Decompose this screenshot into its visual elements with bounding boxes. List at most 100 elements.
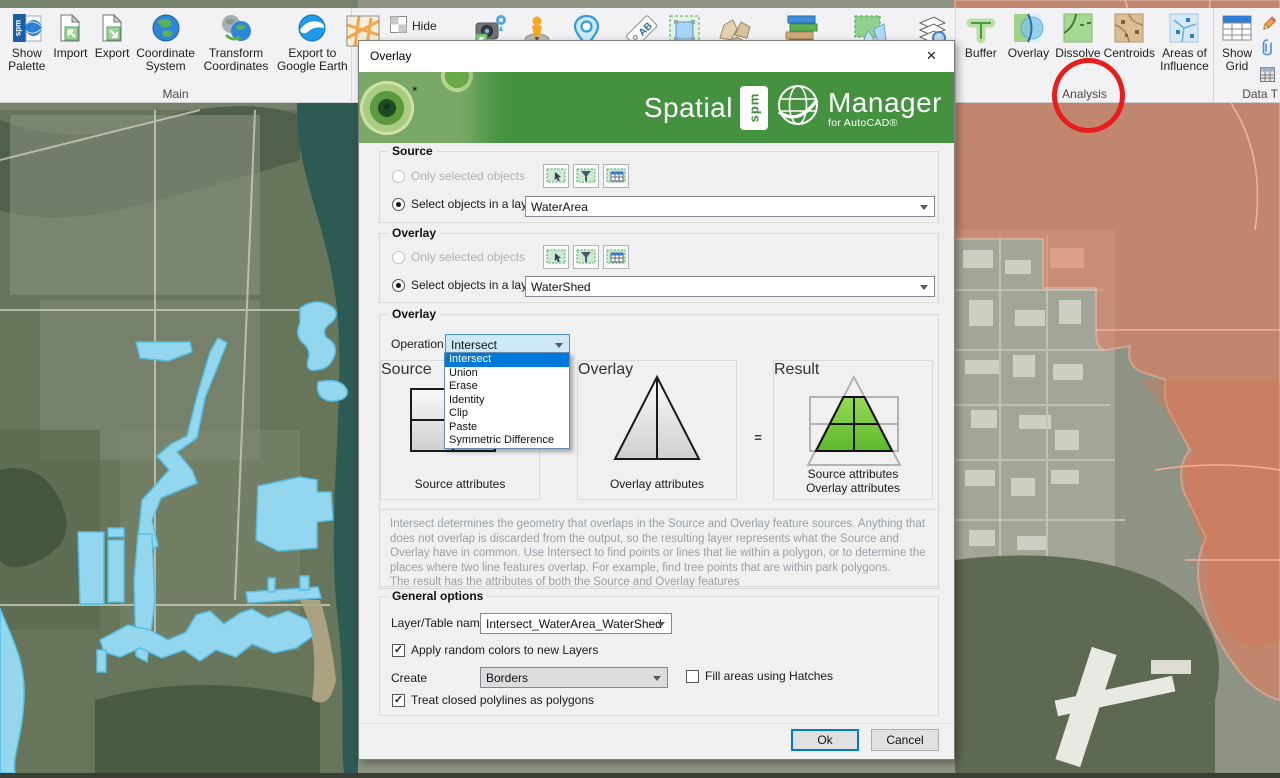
export-icon [97,12,127,44]
centroids-button[interactable]: Centroids [1103,8,1156,73]
globe-icon [151,12,181,44]
chevron-down-icon [653,676,661,681]
data-tables-group-label: Data T [1214,87,1280,101]
spm-palette-icon: spm [12,12,42,44]
centroids-label: Centroids [1104,47,1155,60]
show-palette-label: Show Palette [4,47,50,73]
layer-table-name-label: Layer/Table name [391,616,486,630]
dropdown-item-symmetric-difference[interactable]: Symmetric Difference [445,434,569,448]
chevron-down-icon [920,205,928,210]
spatial-manager-logo: Spatial spm Manager for AutoCAD® [644,72,942,143]
hide-checkbox[interactable]: Hide [390,16,437,36]
field-calculator-button[interactable] [1260,64,1278,84]
ok-button[interactable]: Ok [791,729,859,751]
overlay-table-button[interactable] [603,245,629,269]
overlay-select-layer-radio[interactable]: Select objects in a layer [392,278,538,292]
dialog-titlebar: Overlay ✕ [359,41,954,72]
show-grid-label: Show Grid [1216,47,1258,73]
apply-random-colors-checkbox[interactable]: ✓ Apply random colors to new Layers [392,643,598,657]
spm-badge: spm [740,86,768,130]
source-layer-combobox[interactable]: WaterArea [525,196,935,217]
result-caption: Source attributes Overlay attributes [774,467,932,495]
transform-coordinates-button[interactable]: Transform Coordinates [198,8,273,73]
logo-tagline: for AutoCAD® [828,117,942,129]
operation-group-label: Overlay [388,307,440,321]
dropdown-item-identity[interactable]: Identity [445,394,569,408]
overlay-layer-combobox[interactable]: WaterShed [525,276,935,297]
source-filter-button[interactable] [573,164,599,188]
overlay-filter-button[interactable] [573,245,599,269]
general-options-groupbox: General options Layer/Table name Interse… [379,596,939,716]
logo-globe-icon [775,82,821,133]
source-select-objects-button[interactable] [543,164,569,188]
source-select-layer-radio[interactable]: Select objects in a layer [392,197,538,211]
buffer-button[interactable]: Buffer [958,8,1004,73]
result-box: Result Source attributes Overlay attribu… [773,360,933,500]
export-label: Export [95,47,130,60]
treat-polylines-checkbox[interactable]: ✓ Treat closed polylines as polygons [392,693,594,707]
overlay-label: Overlay [1008,47,1049,60]
overlay-only-selected-radio[interactable]: Only selected objects [392,250,525,264]
operation-label: Operation [391,337,444,351]
overlay-button[interactable]: Overlay [1004,8,1053,73]
export-button[interactable]: Export [91,8,133,73]
buffer-icon [965,12,997,44]
map-canvas-left[interactable] [0,0,358,773]
dialog-title: Overlay [370,49,411,63]
radio-icon [392,279,405,292]
banner-star-small-icon: ✶ [411,84,419,95]
hide-label: Hide [412,19,437,33]
transform-coordinates-icon [220,12,252,44]
dropdown-item-erase[interactable]: Erase [445,380,569,394]
import-icon [55,12,85,44]
chevron-down-icon [555,343,563,348]
areas-of-influence-button[interactable]: Areas of Influence [1156,8,1213,73]
source-only-selected-radio[interactable]: Only selected objects [392,169,525,183]
edit-data-button[interactable] [1260,14,1278,34]
source-caption: Source attributes [381,477,539,491]
ribbon-group-data-tables: Show Grid Data T [1214,8,1280,103]
layer-table-name-combobox[interactable]: Intersect_WaterArea_WaterShed [480,613,672,634]
overlay-layer-groupbox: Overlay Only selected objects Select obj… [379,233,939,303]
source-table-button[interactable] [603,164,629,188]
overlay-icon [1012,12,1044,44]
overlay-select-objects-button[interactable] [543,245,569,269]
centroids-icon [1113,12,1145,44]
show-palette-button[interactable]: spm Show Palette [4,8,50,73]
dropdown-item-paste[interactable]: Paste [445,421,569,435]
show-grid-icon [1222,12,1252,44]
cancel-button[interactable]: Cancel [871,729,939,751]
chevron-down-icon [920,285,928,290]
transform-coordinates-label: Transform Coordinates [198,47,273,73]
operation-dropdown-list: Intersect Union Erase Identity Clip Past… [444,352,570,449]
fill-hatches-checkbox[interactable]: Fill areas using Hatches [686,669,833,683]
create-combobox[interactable]: Borders [480,667,668,688]
dropdown-item-union[interactable]: Union [445,367,569,381]
close-button[interactable]: ✕ [909,41,954,71]
google-earth-icon [297,12,327,44]
overlay-attributes-box: Overlay Overlay attributes [577,360,737,500]
checkbox-checked-icon: ✓ [392,644,405,657]
export-google-earth-button[interactable]: Export to Google Earth [274,8,351,73]
radio-icon [392,251,405,264]
dropdown-item-intersect[interactable]: Intersect [445,353,569,367]
main-group-label: Main [0,87,351,101]
operation-description: Intersect determines the geometry that o… [379,509,939,587]
attach-files-button[interactable] [1261,38,1279,58]
svg-text:spm: spm [13,20,22,36]
logo-spatial: Spatial [644,92,733,124]
source-groupbox: Source Only selected objects Select obje… [379,151,939,223]
result-diagram [774,369,932,467]
coordinate-system-button[interactable]: Coordinate System [133,8,198,73]
coordinate-system-label: Coordinate System [133,47,198,73]
annotation-red-circle [1052,58,1125,133]
show-grid-button[interactable]: Show Grid [1216,8,1258,73]
close-icon: ✕ [926,48,937,63]
export-google-earth-label: Export to Google Earth [274,47,351,73]
import-button[interactable]: Import [50,8,92,73]
general-options-label: General options [388,589,487,603]
overlay-group-label: Overlay [388,226,440,240]
dropdown-item-clip[interactable]: Clip [445,407,569,421]
overlay-dialog: Overlay ✕ ★ ✶ Spatial spm Manager for Au… [358,40,955,760]
areas-of-influence-icon [1168,12,1200,44]
